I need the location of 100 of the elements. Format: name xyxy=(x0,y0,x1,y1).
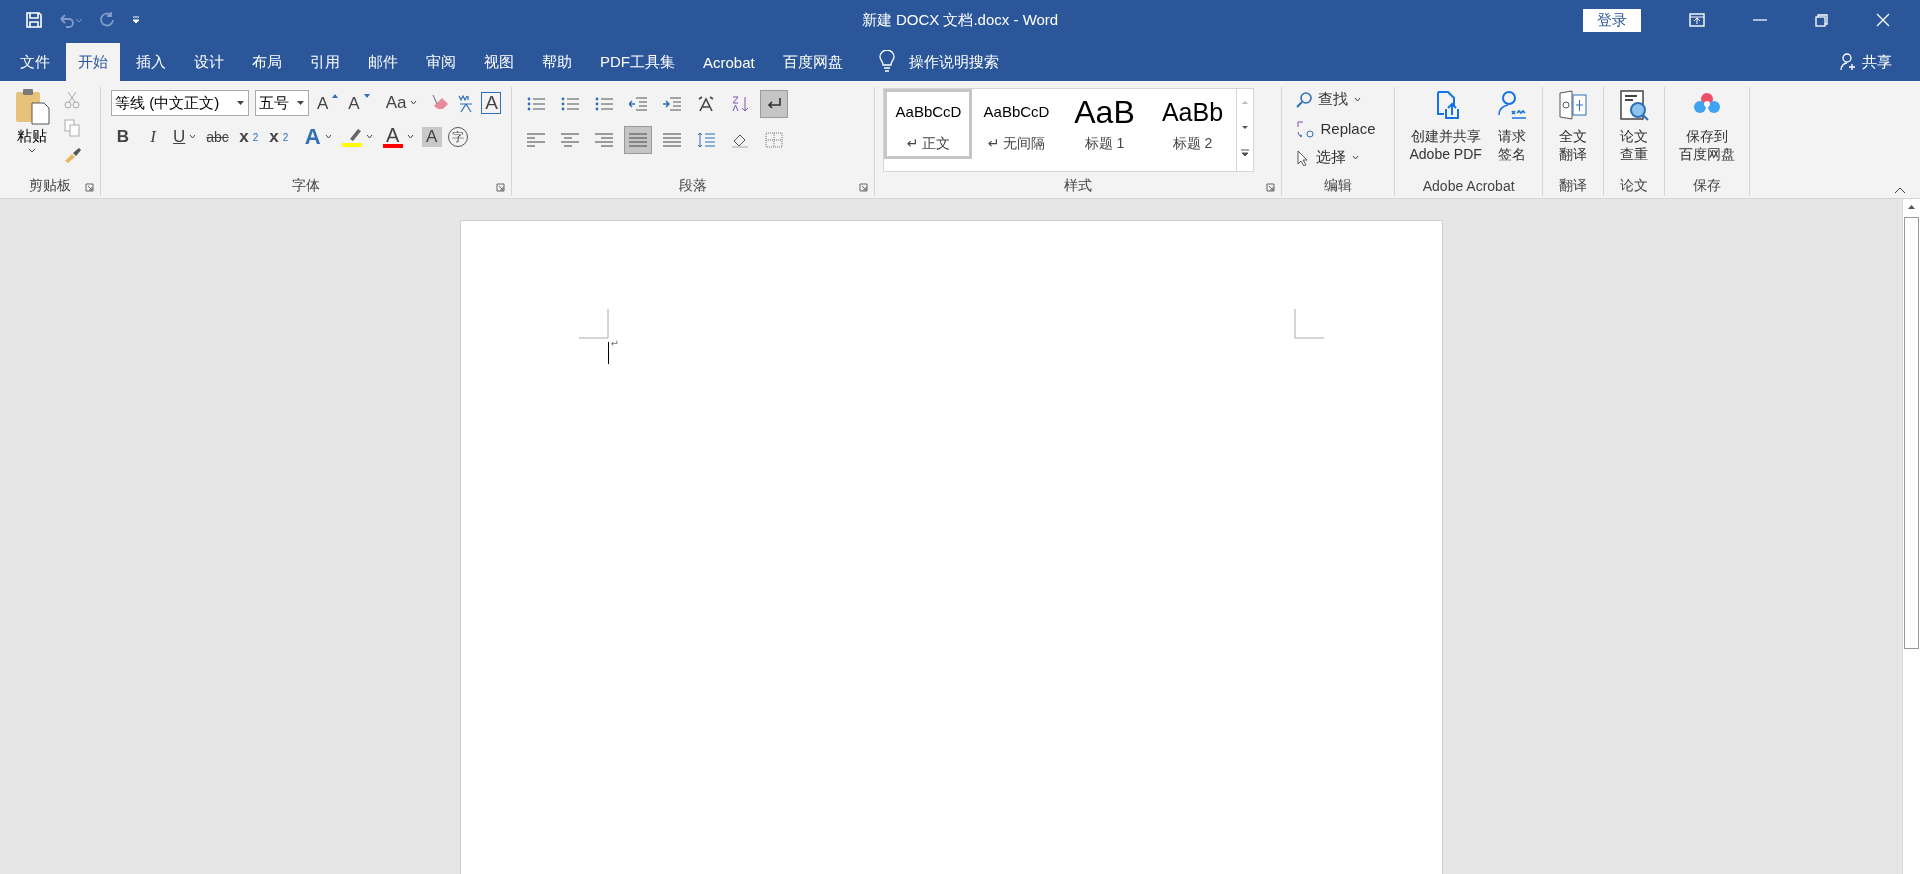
ribbon-tab[interactable]: 设计 xyxy=(182,43,236,81)
replace-button[interactable]: Replace xyxy=(1296,116,1389,141)
dialog-launcher-icon[interactable] xyxy=(1266,183,1276,192)
ribbon-tab[interactable]: 审阅 xyxy=(414,43,468,81)
share-button[interactable]: 共享 xyxy=(1840,43,1892,81)
corner-mark xyxy=(578,309,609,339)
caret-icon xyxy=(324,135,332,139)
spacing-icon xyxy=(697,132,716,148)
group-label: 字体 xyxy=(292,177,321,195)
style-item[interactable]: AaB 标题 1 xyxy=(1060,89,1149,159)
left-icon xyxy=(527,132,546,148)
save-icon[interactable] xyxy=(26,12,42,28)
indent-icon xyxy=(663,96,682,112)
group-label: 编辑 xyxy=(1324,177,1353,195)
select-button[interactable]: 选择 xyxy=(1296,145,1389,170)
cloud-button[interactable]: 保存到 百度网盘 xyxy=(1678,89,1735,176)
ribbon-tab[interactable]: 百度网盘 xyxy=(770,43,855,81)
justify-button[interactable] xyxy=(624,126,653,154)
clipboard-icon xyxy=(14,87,50,125)
ribbon-tab[interactable]: PDF工具集 xyxy=(588,43,687,81)
dialog-launcher-icon[interactable] xyxy=(859,183,869,192)
signature-icon xyxy=(1495,89,1528,121)
ribbon-tab[interactable]: 视图 xyxy=(472,43,526,81)
sort-icon xyxy=(731,96,750,112)
paintbrush-icon[interactable] xyxy=(64,147,82,163)
sign-button[interactable]: 请求 签名 xyxy=(1495,89,1528,176)
font-name-dropdown[interactable]: 等线 (中文正文) xyxy=(111,90,249,116)
scrollbar-thumb[interactable] xyxy=(1904,217,1919,649)
layout-icon xyxy=(697,96,716,112)
outdent-icon xyxy=(629,96,648,112)
caret-icon xyxy=(1354,97,1362,102)
borders-icon xyxy=(765,132,784,148)
ribbon-tab[interactable]: 布局 xyxy=(240,43,294,81)
find-button[interactable]: 查找 xyxy=(1296,87,1389,112)
style-item[interactable]: AaBb 标题 2 xyxy=(1148,89,1237,159)
document-search-icon xyxy=(1617,89,1650,121)
vertical-scrollbar[interactable] xyxy=(1902,199,1920,874)
replace-icon xyxy=(1296,119,1315,138)
justify-icon xyxy=(629,132,648,148)
multilevel-icon xyxy=(595,96,614,112)
caret-icon xyxy=(410,101,418,105)
person-add-icon xyxy=(1840,53,1858,71)
strikethrough-button[interactable]: abc xyxy=(204,124,231,150)
ribbon-tab[interactable]: 开始 xyxy=(66,43,120,81)
tell-me-search[interactable]: 操作说明搜索 xyxy=(908,43,999,81)
scissors-icon[interactable] xyxy=(64,91,80,109)
style-item[interactable]: AaBbCcD ↵ 正文 xyxy=(884,89,973,159)
close-icon[interactable] xyxy=(1876,13,1890,27)
check-button[interactable]: 论文 查重 xyxy=(1617,89,1650,176)
translate-button[interactable]: 全文 翻译 xyxy=(1556,89,1589,176)
paragraph-mark: ↵ xyxy=(610,338,619,349)
ribbon-tab[interactable]: Acrobat xyxy=(691,43,767,81)
font-color-button[interactable]: A xyxy=(380,124,416,150)
font-size-dropdown[interactable]: 五号 xyxy=(255,90,309,116)
bullets-icon xyxy=(527,96,546,112)
ribbon-tab[interactable]: 插入 xyxy=(124,43,178,81)
customize-toolbar-icon[interactable] xyxy=(132,16,140,24)
style-item[interactable]: AaBbCcD ↵ 无间隔 xyxy=(972,89,1061,159)
collapse-ribbon-icon[interactable] xyxy=(1894,187,1906,194)
right-icon xyxy=(595,132,614,148)
underline-button[interactable]: U xyxy=(171,124,199,150)
caret-icon xyxy=(189,135,197,139)
window-title: 新建 DOCX 文档.docx - Word xyxy=(861,10,1059,30)
center-icon xyxy=(561,132,580,148)
caret-icon xyxy=(406,135,414,139)
italic-button[interactable]: I xyxy=(141,124,165,150)
redo-icon[interactable] xyxy=(98,11,116,29)
dialog-launcher-icon[interactable] xyxy=(85,183,94,192)
caret-icon xyxy=(365,135,373,139)
restore-icon[interactable] xyxy=(1815,13,1828,27)
ribbon-tab[interactable]: 邮件 xyxy=(356,43,410,81)
lightbulb-icon[interactable] xyxy=(878,50,895,72)
character-shading-button[interactable]: A xyxy=(421,127,442,147)
caret-icon xyxy=(1352,155,1360,160)
pdf-button[interactable]: 创建并共享 Adobe PDF xyxy=(1409,89,1482,176)
shrink-font-button[interactable]: A xyxy=(346,90,372,116)
paste-button[interactable]: 粘贴 xyxy=(14,87,50,176)
group-label: 翻译 xyxy=(1558,177,1587,195)
login-button[interactable]: 登录 xyxy=(1583,8,1641,32)
document-page[interactable]: ↵ xyxy=(459,220,1443,874)
bold-button[interactable]: B xyxy=(111,124,135,150)
text-effects-button[interactable]: A xyxy=(302,124,334,150)
fill-icon xyxy=(731,132,750,148)
group-label: 论文 xyxy=(1619,177,1648,195)
group-label: 段落 xyxy=(679,177,708,195)
change-case-button[interactable]: Aa xyxy=(383,90,420,116)
copy-icon[interactable] xyxy=(64,119,80,137)
undo-icon[interactable] xyxy=(58,12,82,28)
grow-font-button[interactable]: A xyxy=(315,90,341,116)
triangle-icon xyxy=(363,94,370,98)
ribbon-display-icon[interactable] xyxy=(1689,13,1705,27)
character-border-button[interactable]: A xyxy=(481,92,502,114)
text-cursor xyxy=(607,342,609,364)
ribbon-tab[interactable]: 引用 xyxy=(298,43,352,81)
ribbon-tab[interactable]: 文件 xyxy=(8,43,62,81)
marks-button[interactable] xyxy=(760,90,789,118)
ribbon-tab[interactable]: 帮助 xyxy=(530,43,584,81)
dialog-launcher-icon[interactable] xyxy=(496,183,506,192)
caret-icon xyxy=(237,101,244,105)
group-label: 剪贴板 xyxy=(29,177,71,195)
